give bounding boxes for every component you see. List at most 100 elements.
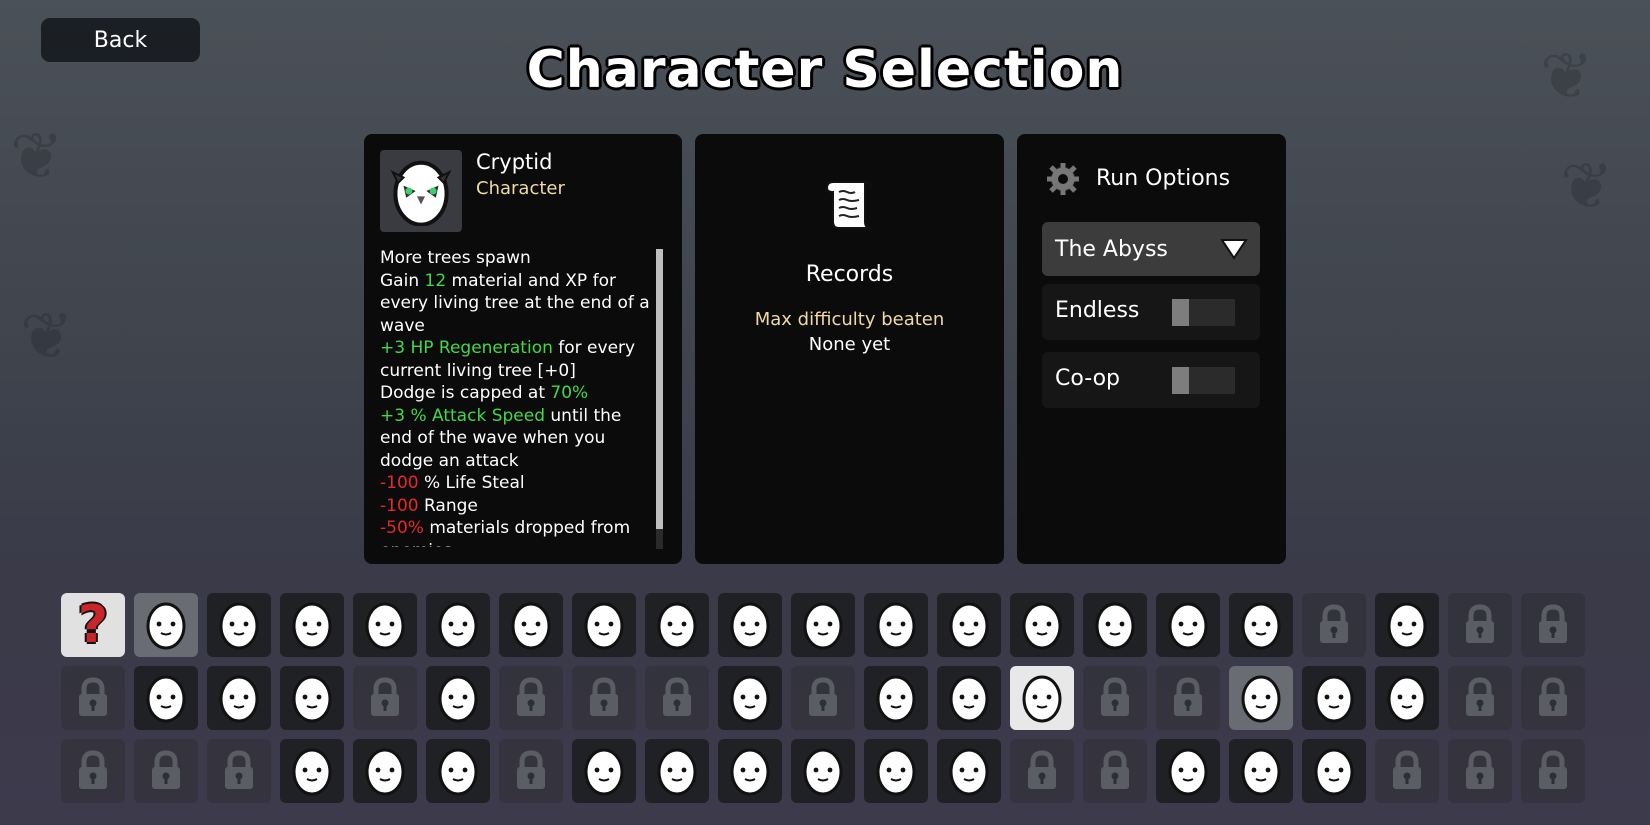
coop-toggle[interactable]	[1172, 367, 1235, 394]
description-scrollbar[interactable]	[656, 249, 663, 549]
locked-character-slot[interactable]	[1156, 666, 1220, 730]
character-egg-icon	[1022, 602, 1062, 650]
locked-character-slot[interactable]	[572, 666, 636, 730]
character-slot[interactable]	[426, 593, 490, 657]
description-segment: Range	[418, 495, 478, 516]
character-slot[interactable]	[353, 593, 417, 657]
locked-character-slot[interactable]	[499, 666, 563, 730]
character-slot[interactable]	[134, 666, 198, 730]
character-slot[interactable]	[718, 593, 782, 657]
locked-character-slot[interactable]	[1375, 739, 1439, 803]
locked-character-slot[interactable]	[791, 666, 855, 730]
locked-character-slot[interactable]	[61, 739, 125, 803]
description-line: More trees spawn	[380, 247, 655, 270]
locked-character-slot[interactable]	[1302, 593, 1366, 657]
character-egg-icon	[730, 748, 770, 796]
character-slot[interactable]	[1302, 666, 1366, 730]
character-egg-icon	[438, 748, 478, 796]
locked-character-slot[interactable]	[353, 666, 417, 730]
character-egg-icon	[803, 602, 843, 650]
description-segment: +3 % Attack Speed	[380, 405, 545, 426]
records-title: Records	[805, 262, 894, 287]
character-slot[interactable]	[1083, 593, 1147, 657]
character-egg-icon	[365, 748, 405, 796]
character-slot[interactable]	[937, 593, 1001, 657]
character-slot[interactable]	[280, 739, 344, 803]
character-slot[interactable]	[937, 739, 1001, 803]
toggle-knob	[1172, 367, 1189, 394]
character-slot[interactable]	[718, 739, 782, 803]
character-slot[interactable]	[864, 666, 928, 730]
character-slot[interactable]	[353, 739, 417, 803]
character-slot[interactable]	[864, 593, 928, 657]
description-line: +3 HP Regeneration for every current liv…	[380, 337, 655, 382]
random-character-button[interactable]: ?	[61, 593, 125, 657]
character-slot[interactable]	[207, 666, 271, 730]
locked-character-slot[interactable]	[1521, 739, 1585, 803]
locked-character-slot[interactable]	[1448, 739, 1512, 803]
description-line: Gain 12 material and XP for every living…	[380, 270, 655, 338]
character-slot[interactable]	[645, 739, 709, 803]
locked-character-slot[interactable]	[134, 739, 198, 803]
character-egg-icon	[1387, 602, 1427, 650]
character-slot[interactable]	[134, 593, 198, 657]
character-slot[interactable]	[280, 666, 344, 730]
selected-character-slot[interactable]	[1010, 666, 1074, 730]
locked-character-slot[interactable]	[207, 739, 271, 803]
character-slot[interactable]	[426, 666, 490, 730]
locked-character-slot[interactable]	[1521, 593, 1585, 657]
description-line: -100 % Life Steal	[380, 472, 655, 495]
character-slot[interactable]	[1302, 739, 1366, 803]
locked-character-slot[interactable]	[645, 666, 709, 730]
character-slot[interactable]	[718, 666, 782, 730]
endless-toggle[interactable]	[1172, 299, 1235, 326]
character-slot[interactable]	[1375, 593, 1439, 657]
character-slot[interactable]	[1229, 666, 1293, 730]
locked-character-slot[interactable]	[1010, 739, 1074, 803]
character-slot[interactable]	[791, 739, 855, 803]
character-slot[interactable]	[572, 739, 636, 803]
locked-character-slot[interactable]	[1448, 593, 1512, 657]
character-egg-icon	[511, 602, 551, 650]
lock-icon	[809, 677, 837, 716]
character-egg-icon	[876, 675, 916, 723]
locked-character-slot[interactable]	[61, 666, 125, 730]
description-segment: +3 HP Regeneration	[380, 338, 553, 358]
character-slot[interactable]	[645, 593, 709, 657]
character-slot[interactable]	[937, 666, 1001, 730]
description-segment: 70%	[550, 383, 589, 403]
endless-label: Endless	[1055, 298, 1140, 323]
character-slot[interactable]	[1375, 666, 1439, 730]
locked-character-slot[interactable]	[1448, 666, 1512, 730]
lock-icon	[1539, 677, 1567, 716]
character-slot[interactable]	[207, 593, 271, 657]
description-segment: % Life Steal	[418, 473, 525, 493]
locked-character-slot[interactable]	[1083, 739, 1147, 803]
character-egg-icon	[1168, 748, 1208, 796]
character-slot[interactable]	[1229, 739, 1293, 803]
lock-icon	[1174, 677, 1202, 716]
character-egg-icon	[292, 602, 332, 650]
character-slot[interactable]	[1156, 739, 1220, 803]
character-slot[interactable]	[1156, 593, 1220, 657]
character-slot[interactable]	[864, 739, 928, 803]
description-line: -50% materials dropped from enemies	[380, 517, 655, 547]
character-slot[interactable]	[572, 593, 636, 657]
character-egg-icon	[219, 602, 259, 650]
character-slot[interactable]	[1229, 593, 1293, 657]
mode-dropdown[interactable]: The Abyss	[1042, 222, 1260, 276]
locked-character-slot[interactable]	[499, 739, 563, 803]
character-slot[interactable]	[499, 593, 563, 657]
character-slot[interactable]	[791, 593, 855, 657]
character-slot[interactable]	[426, 739, 490, 803]
lock-icon	[1466, 750, 1494, 789]
scrollbar-thumb[interactable]	[656, 249, 663, 529]
character-egg-icon	[1314, 748, 1354, 796]
character-slot[interactable]	[280, 593, 344, 657]
lock-icon	[663, 677, 691, 716]
description-line: -100 Range	[380, 495, 655, 518]
locked-character-slot[interactable]	[1521, 666, 1585, 730]
gear-icon	[1047, 163, 1079, 195]
locked-character-slot[interactable]	[1083, 666, 1147, 730]
character-slot[interactable]	[1010, 593, 1074, 657]
